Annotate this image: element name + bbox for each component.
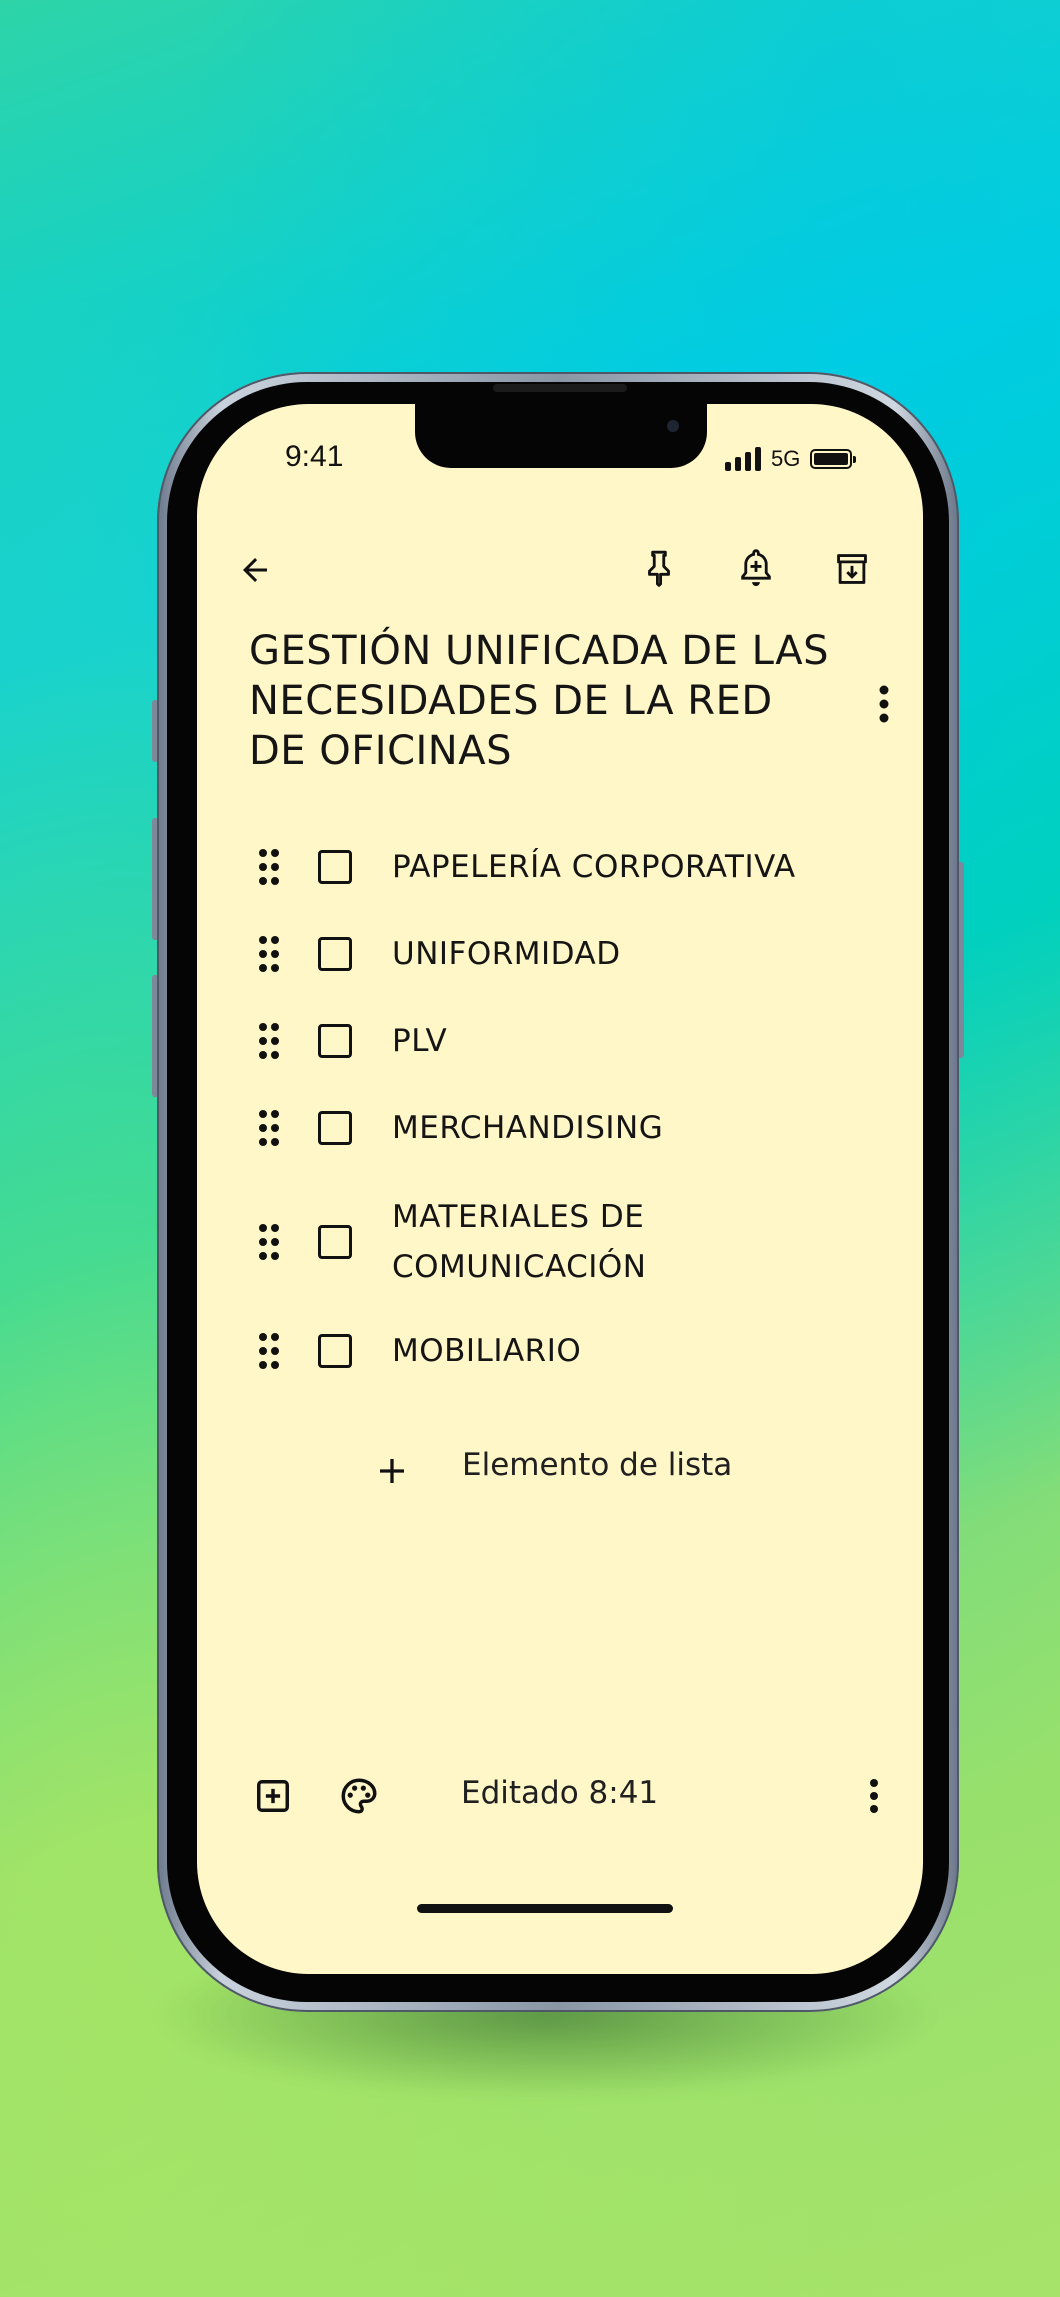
more-vertical-icon <box>879 685 889 723</box>
pin-button[interactable] <box>629 538 689 598</box>
palette-icon <box>341 1778 377 1814</box>
bell-plus-icon <box>741 549 771 587</box>
archive-button[interactable] <box>821 538 883 600</box>
battery-icon <box>810 449 857 469</box>
drag-handle-icon[interactable] <box>259 1023 281 1059</box>
front-camera <box>667 420 679 432</box>
item-checkbox[interactable] <box>318 1225 352 1259</box>
item-label[interactable]: PLV <box>392 1016 892 1066</box>
note-title[interactable]: GESTIÓN UNIFICADA DE LAS NECESIDADES DE … <box>249 626 839 776</box>
reminder-button[interactable] <box>725 536 787 600</box>
item-checkbox[interactable] <box>318 1334 352 1368</box>
drag-handle-icon[interactable] <box>259 849 281 885</box>
item-checkbox[interactable] <box>318 937 352 971</box>
back-button[interactable] <box>227 542 283 598</box>
add-content-button[interactable] <box>245 1768 301 1824</box>
item-checkbox[interactable] <box>318 850 352 884</box>
signal-icon <box>725 447 761 471</box>
more-vertical-icon <box>870 1779 878 1813</box>
item-label[interactable]: UNIFORMIDAD <box>392 929 892 979</box>
phone-screen: 9:41 5G GESTIÓN UNIFICADA DE LAS NECESID… <box>197 404 923 1974</box>
add-box-icon <box>257 1780 289 1812</box>
plus-icon <box>380 1459 404 1483</box>
archive-icon <box>837 554 867 584</box>
edited-timestamp: Editado 8:41 <box>461 1775 659 1811</box>
note-menu-button[interactable] <box>861 674 907 734</box>
drag-handle-icon[interactable] <box>259 936 281 972</box>
item-label[interactable]: MOBILIARIO <box>392 1326 892 1376</box>
arrow-left-icon <box>243 558 267 582</box>
drag-handle-icon[interactable] <box>259 1224 281 1260</box>
add-list-item-button[interactable] <box>365 1444 419 1498</box>
status-time: 9:41 <box>285 440 344 473</box>
item-label[interactable]: MATERIALES DE COMUNICACIÓN <box>392 1192 722 1292</box>
color-palette-button[interactable] <box>329 1766 389 1826</box>
drag-handle-icon[interactable] <box>259 1110 281 1146</box>
network-type: 5G <box>771 446 801 471</box>
bottom-menu-button[interactable] <box>851 1766 897 1826</box>
home-indicator[interactable] <box>417 1904 673 1913</box>
item-checkbox[interactable] <box>318 1111 352 1145</box>
item-checkbox[interactable] <box>318 1024 352 1058</box>
drag-handle-icon[interactable] <box>259 1333 281 1369</box>
pin-icon <box>648 550 670 587</box>
item-label[interactable]: PAPELERÍA CORPORATIVA <box>392 842 892 892</box>
speaker-grille <box>493 384 627 392</box>
notch <box>415 404 707 468</box>
add-list-item-label[interactable]: Elemento de lista <box>462 1447 732 1483</box>
item-label[interactable]: MERCHANDISING <box>392 1103 892 1153</box>
status-indicators: 5G <box>725 444 857 474</box>
